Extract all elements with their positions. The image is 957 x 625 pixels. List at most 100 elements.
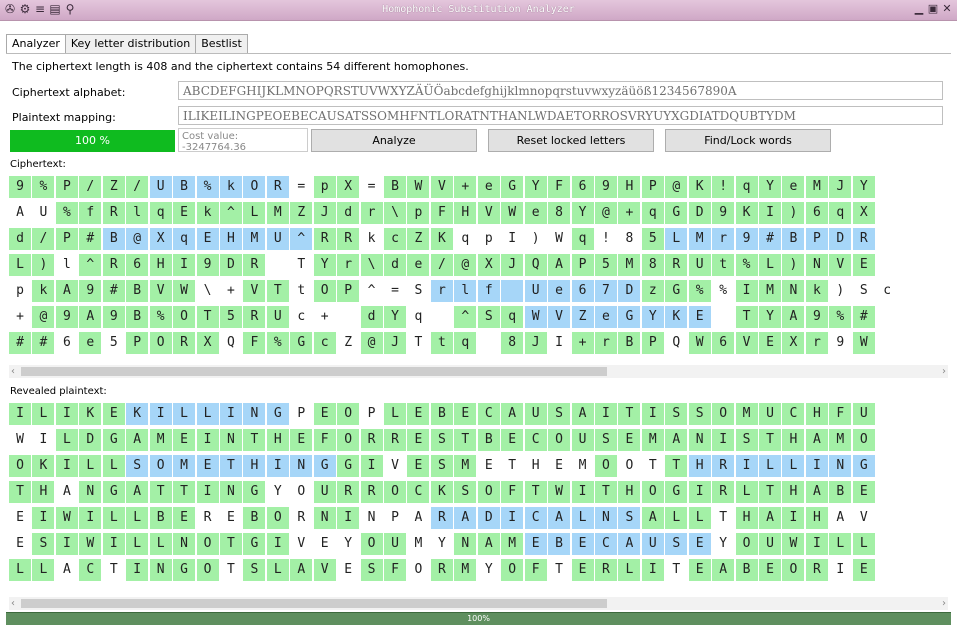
ciphertext-cell[interactable]: ! bbox=[712, 176, 735, 198]
plaintext-cell[interactable]: N bbox=[688, 429, 711, 451]
plaintext-cell[interactable]: K bbox=[79, 403, 102, 425]
plaintext-cell[interactable]: T bbox=[9, 481, 31, 503]
ciphertext-cell[interactable]: r bbox=[337, 254, 360, 276]
ciphertext-cell[interactable]: ) bbox=[782, 254, 805, 276]
plaintext-cell[interactable]: R bbox=[805, 559, 828, 581]
plaintext-cell[interactable]: L bbox=[384, 403, 406, 425]
ciphertext-cell[interactable]: V bbox=[548, 306, 571, 328]
plaintext-cell[interactable]: Y bbox=[712, 533, 734, 555]
plaintext-cell[interactable]: L bbox=[571, 507, 594, 529]
plaintext-cell[interactable]: I bbox=[55, 533, 78, 555]
ciphertext-cell[interactable]: f bbox=[477, 280, 500, 302]
ciphertext-cell[interactable]: 5 bbox=[103, 332, 125, 354]
plaintext-cell[interactable]: E bbox=[173, 507, 196, 529]
plaintext-cell[interactable]: Y bbox=[478, 559, 500, 581]
ciphertext-cell[interactable]: R bbox=[665, 254, 688, 276]
ciphertext-cell[interactable]: V bbox=[149, 280, 172, 302]
plaintext-cell[interactable]: I bbox=[805, 533, 828, 555]
ciphertext-cell[interactable]: J bbox=[501, 254, 524, 276]
plaintext-cell[interactable]: G bbox=[337, 455, 360, 477]
ciphertext-cell[interactable]: Q bbox=[524, 254, 547, 276]
plaintext-cell[interactable]: I bbox=[641, 403, 664, 425]
ciphertext-cell[interactable]: 8 bbox=[548, 202, 571, 224]
plaintext-cell[interactable]: V bbox=[313, 559, 336, 581]
ciphertext-cell[interactable]: E bbox=[688, 306, 711, 328]
ciphertext-cell[interactable]: % bbox=[55, 202, 78, 224]
plaintext-cell[interactable]: E bbox=[571, 533, 594, 555]
ciphertext-cell[interactable]: # bbox=[102, 280, 125, 302]
ciphertext-cell[interactable]: P bbox=[641, 176, 664, 198]
ciphertext-cell[interactable]: 6 bbox=[571, 176, 594, 198]
plaintext-cell[interactable]: K bbox=[32, 455, 55, 477]
plaintext-cell[interactable]: E bbox=[501, 429, 524, 451]
ciphertext-cell[interactable]: d bbox=[337, 202, 360, 224]
plaintext-cell[interactable]: A bbox=[126, 481, 149, 503]
ciphertext-cell[interactable]: Z bbox=[290, 202, 313, 224]
plaintext-cell[interactable]: E bbox=[173, 429, 196, 451]
ciphertext-cell[interactable]: G bbox=[501, 176, 524, 198]
ciphertext-cell[interactable]: W bbox=[548, 228, 570, 250]
ciphertext-cell[interactable]: @ bbox=[126, 228, 149, 250]
ciphertext-cell[interactable]: L bbox=[665, 228, 688, 250]
plaintext-cell[interactable]: A bbox=[290, 559, 313, 581]
plaintext-cell[interactable]: E bbox=[290, 429, 313, 451]
ciphertext-cell[interactable]: 6 bbox=[805, 202, 828, 224]
ciphertext-cell[interactable]: A bbox=[548, 254, 571, 276]
plaintext-cell[interactable]: N bbox=[361, 507, 383, 529]
ciphertext-cell[interactable]: A bbox=[79, 306, 102, 328]
ciphertext-cell[interactable] bbox=[337, 306, 359, 328]
plaintext-cell[interactable]: I bbox=[594, 403, 617, 425]
ciphertext-cell[interactable]: N bbox=[782, 280, 805, 302]
ciphertext-cell[interactable]: l bbox=[454, 280, 477, 302]
ciphertext-cell[interactable]: Z bbox=[102, 176, 125, 198]
ciphertext-cell[interactable]: 9 bbox=[55, 306, 78, 328]
plaintext-cell[interactable]: A bbox=[126, 429, 149, 451]
plaintext-cell[interactable]: L bbox=[9, 559, 31, 581]
ciphertext-cell[interactable]: Z bbox=[337, 332, 359, 354]
plaintext-cell[interactable]: U bbox=[759, 403, 781, 425]
plaintext-cell[interactable]: O bbox=[782, 559, 805, 581]
plaintext-cell[interactable]: I bbox=[688, 481, 711, 503]
ciphertext-cell[interactable]: J bbox=[384, 332, 406, 354]
ciphertext-cell[interactable]: Y bbox=[641, 306, 664, 328]
ciphertext-cell[interactable] bbox=[712, 306, 734, 328]
plaintext-cell[interactable]: A bbox=[665, 429, 688, 451]
plaintext-cell[interactable]: T bbox=[665, 455, 688, 477]
ciphertext-alphabet-field[interactable]: ABCDEFGHIJKLMNOPQRSTUVWXYZÄÜÖabcdefghijk… bbox=[178, 81, 943, 100]
plaintext-cell[interactable]: O bbox=[735, 533, 758, 555]
plaintext-cell[interactable]: L bbox=[829, 533, 852, 555]
ciphertext-cell[interactable]: M bbox=[759, 280, 781, 302]
ciphertext-cell[interactable]: \ bbox=[197, 280, 219, 302]
plaintext-cell[interactable]: I bbox=[126, 559, 149, 581]
plaintext-cell[interactable]: E bbox=[852, 481, 875, 503]
plaintext-cell[interactable]: H bbox=[782, 481, 805, 503]
ciphertext-cell[interactable] bbox=[478, 332, 500, 354]
ciphertext-cell[interactable]: F bbox=[548, 176, 571, 198]
plaintext-cell[interactable]: A bbox=[56, 559, 78, 581]
ciphertext-cell[interactable]: J bbox=[524, 332, 547, 354]
plaintext-cell[interactable]: S bbox=[594, 429, 617, 451]
ciphertext-cell[interactable]: 8 bbox=[618, 228, 640, 250]
plaintext-cell[interactable]: C bbox=[594, 533, 617, 555]
plaintext-cell[interactable]: T bbox=[618, 403, 641, 425]
ciphertext-cell[interactable]: = bbox=[361, 176, 383, 198]
plaintext-cell[interactable]: L bbox=[196, 403, 219, 425]
ciphertext-cell[interactable] bbox=[431, 306, 453, 328]
plaintext-cell[interactable]: P bbox=[290, 403, 312, 425]
plaintext-cell[interactable]: W bbox=[55, 507, 78, 529]
ciphertext-cell[interactable]: P bbox=[571, 254, 594, 276]
ciphertext-cell[interactable]: V bbox=[430, 176, 453, 198]
plaintext-cell[interactable]: G bbox=[266, 403, 289, 425]
plaintext-cell[interactable]: P bbox=[361, 403, 383, 425]
plaintext-cell[interactable]: R bbox=[337, 481, 360, 503]
plaintext-cell[interactable]: Y bbox=[337, 533, 359, 555]
ciphertext-cell[interactable]: J bbox=[313, 202, 336, 224]
plaintext-cell[interactable]: L bbox=[32, 403, 55, 425]
plaintext-cell[interactable]: U bbox=[641, 533, 664, 555]
ciphertext-cell[interactable]: @ bbox=[32, 306, 55, 328]
plaintext-cell[interactable]: I bbox=[9, 403, 31, 425]
ciphertext-cell[interactable]: Y bbox=[571, 202, 594, 224]
plaintext-cell[interactable]: V bbox=[290, 533, 312, 555]
scrollbar-thumb[interactable] bbox=[21, 367, 607, 376]
ciphertext-cell[interactable]: ^ bbox=[454, 306, 477, 328]
